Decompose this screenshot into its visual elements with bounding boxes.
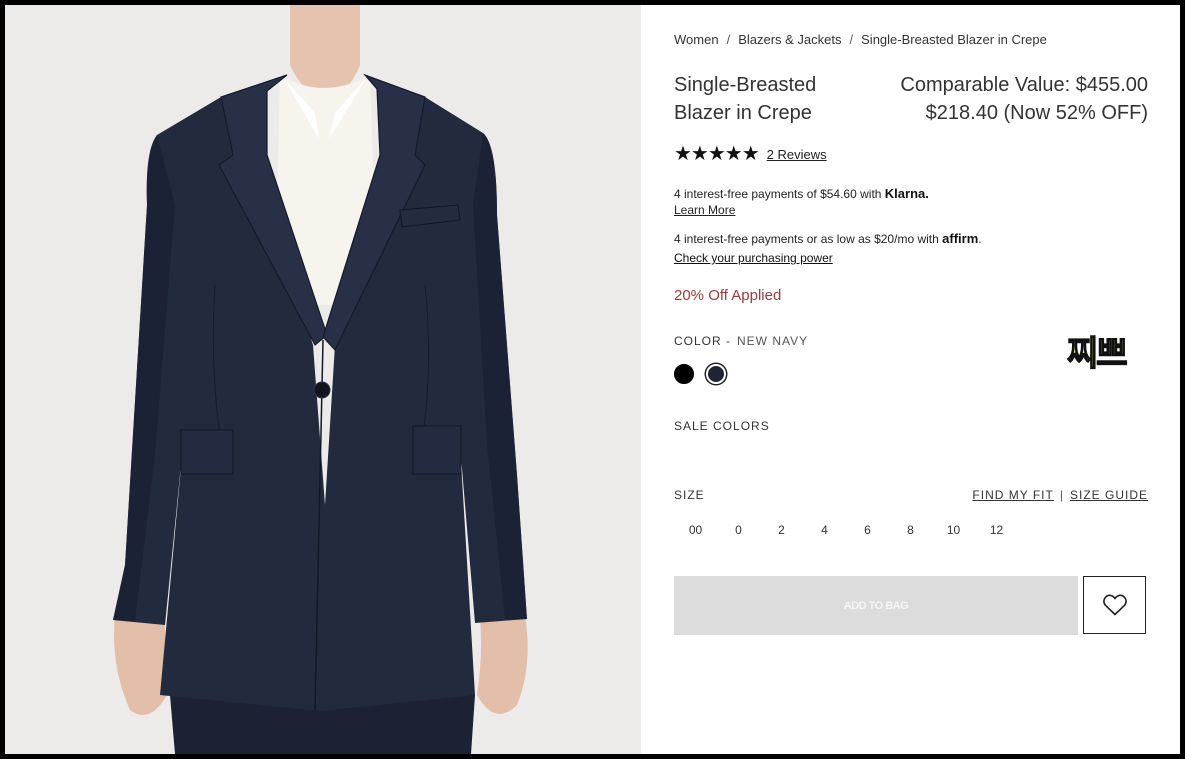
- breadcrumb-women[interactable]: Women: [674, 32, 719, 47]
- selected-color: NEW NAVY: [737, 334, 809, 348]
- size-option-10[interactable]: 10: [932, 519, 975, 541]
- sale-price: $218.40 (Now 52% OFF): [925, 102, 1148, 124]
- find-my-fit-link[interactable]: FIND MY FIT: [972, 488, 1053, 502]
- fit-links: FIND MY FIT | SIZE GUIDE: [972, 488, 1148, 502]
- swatch-black[interactable]: [674, 364, 694, 384]
- rating: ★★★★★ 2 Reviews: [674, 144, 827, 164]
- product-details: Women / Blazers & Jackets / Single-Breasted …: [674, 5, 1148, 754]
- affirm-text: 4 interest-free payments or as low as $2…: [674, 232, 939, 246]
- affirm-logo: affirm: [942, 231, 979, 246]
- swatch-new-navy[interactable]: [706, 364, 726, 384]
- blazer-illustration: [5, 5, 641, 754]
- sticker-text: 찌쁘: [1066, 333, 1128, 375]
- product-title: Single-Breasted Blazer in Crepe: [674, 74, 817, 124]
- size-guide-link[interactable]: SIZE GUIDE: [1070, 488, 1148, 502]
- breadcrumb-blazers-jackets[interactable]: Blazers & Jackets: [738, 32, 841, 47]
- wishlist-button[interactable]: [1083, 576, 1146, 634]
- size-option-6[interactable]: 6: [846, 519, 889, 541]
- klarna-learn-more-link[interactable]: Learn More: [674, 203, 735, 217]
- sale-colors-label: SALE COLORS: [674, 419, 770, 433]
- klarna-logo: Klarna.: [884, 186, 929, 201]
- product-page: Women / Blazers & Jackets / Single-Breasted …: [5, 5, 1180, 754]
- reviews-link[interactable]: 2 Reviews: [767, 147, 827, 162]
- breadcrumb-current[interactable]: Single-Breasted Blazer in Crepe: [861, 32, 1047, 47]
- affirm-check-power-link[interactable]: Check your purchasing power: [674, 251, 833, 265]
- heart-icon: [1102, 594, 1127, 616]
- breadcrumb: Women / Blazers & Jackets / Single-Breasted …: [674, 32, 1047, 47]
- color-swatches: [674, 364, 726, 384]
- product-image[interactable]: [5, 5, 641, 754]
- size-option-2[interactable]: 2: [760, 519, 803, 541]
- size-option-8[interactable]: 8: [889, 519, 932, 541]
- color-label-text: COLOR -: [674, 334, 732, 348]
- size-option-00[interactable]: 00: [674, 519, 717, 541]
- color-label: COLOR - NEW NAVY: [674, 334, 808, 348]
- discount-applied: 20% Off Applied: [674, 287, 782, 304]
- add-to-bag-button[interactable]: ADD TO BAG: [674, 576, 1078, 635]
- comparable-value: Comparable Value: $455.00: [900, 74, 1148, 96]
- size-option-12[interactable]: 12: [975, 519, 1018, 541]
- price-block: Comparable Value: $455.00 $218.40 (Now 5…: [900, 71, 1148, 127]
- size-label: SIZE: [674, 488, 705, 502]
- size-options: 00 0 2 4 6 8 10 12: [674, 519, 1018, 541]
- link-divider: |: [1059, 488, 1064, 502]
- breadcrumb-separator: /: [849, 32, 854, 47]
- size-option-4[interactable]: 4: [803, 519, 846, 541]
- size-option-0[interactable]: 0: [717, 519, 760, 541]
- klarna-text: 4 interest-free payments of $54.60 with: [674, 187, 882, 201]
- star-rating-icon: ★★★★★: [674, 143, 760, 165]
- klarna-message: 4 interest-free payments of $54.60 with …: [674, 186, 929, 201]
- affirm-message: 4 interest-free payments or as low as $2…: [674, 231, 982, 246]
- breadcrumb-separator: /: [726, 32, 731, 47]
